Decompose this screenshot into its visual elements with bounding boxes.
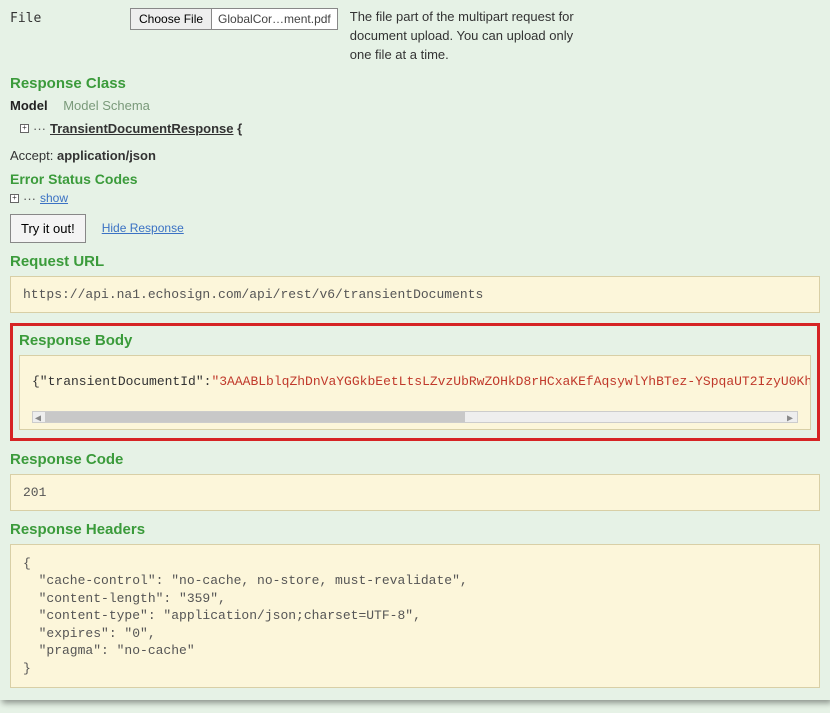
json-key: {"transientDocumentId": [32,374,211,389]
model-tree-row: + ··· TransientDocumentResponse { [10,121,820,136]
try-it-out-button[interactable]: Try it out! [10,214,86,243]
choose-file-button[interactable]: Choose File [131,9,212,29]
brace-open: { [234,121,243,136]
accept-label: Accept: [10,148,57,163]
response-body-highlight: Response Body {"transientDocumentId":"3A… [10,323,820,441]
scroll-right-icon[interactable]: ▶ [787,413,795,421]
model-name[interactable]: TransientDocumentResponse [50,121,234,136]
response-code-heading: Response Code [10,451,820,468]
model-tabs: Model Model Schema [10,98,820,113]
response-code-block: 201 [10,474,820,511]
expand-icon[interactable]: + [10,194,19,203]
response-headers-block: { "cache-control": "no-cache, no-store, … [10,544,820,689]
accept-line: Accept: application/json [10,148,820,163]
ellipsis-icon: ··· [23,191,36,206]
response-body-block: {"transientDocumentId":"3AAABLblqZhDnVaY… [19,355,811,430]
tab-model-schema[interactable]: Model Schema [63,98,162,113]
file-param-description: The file part of the multipart request f… [350,8,590,65]
file-param-label: File [10,8,130,26]
request-url-heading: Request URL [10,253,820,270]
ellipsis-icon: ··· [33,121,46,136]
scroll-thumb[interactable] [45,412,465,422]
json-value: "3AAABLblqZhDnVaYGGkbEetLtsLZvzUbRwZOHkD… [211,374,811,389]
accept-value: application/json [57,148,156,163]
horizontal-scrollbar[interactable]: ◀ ▶ [32,411,798,423]
error-codes-heading: Error Status Codes [10,171,820,187]
hide-response-link[interactable]: Hide Response [102,221,184,235]
expand-icon[interactable]: + [20,124,29,133]
scroll-left-icon[interactable]: ◀ [35,413,43,421]
response-headers-heading: Response Headers [10,521,820,538]
request-url-block: https://api.na1.echosign.com/api/rest/v6… [10,276,820,313]
file-name-display: GlobalCor…ment.pdf [212,9,337,29]
response-body-heading: Response Body [19,332,811,349]
file-param-row: File Choose File GlobalCor…ment.pdf The … [10,8,820,65]
response-class-heading: Response Class [10,75,820,92]
file-input[interactable]: Choose File GlobalCor…ment.pdf [130,8,338,30]
show-link[interactable]: show [40,191,68,205]
error-codes-row: + ··· show [10,191,820,206]
tab-model[interactable]: Model [10,98,60,113]
